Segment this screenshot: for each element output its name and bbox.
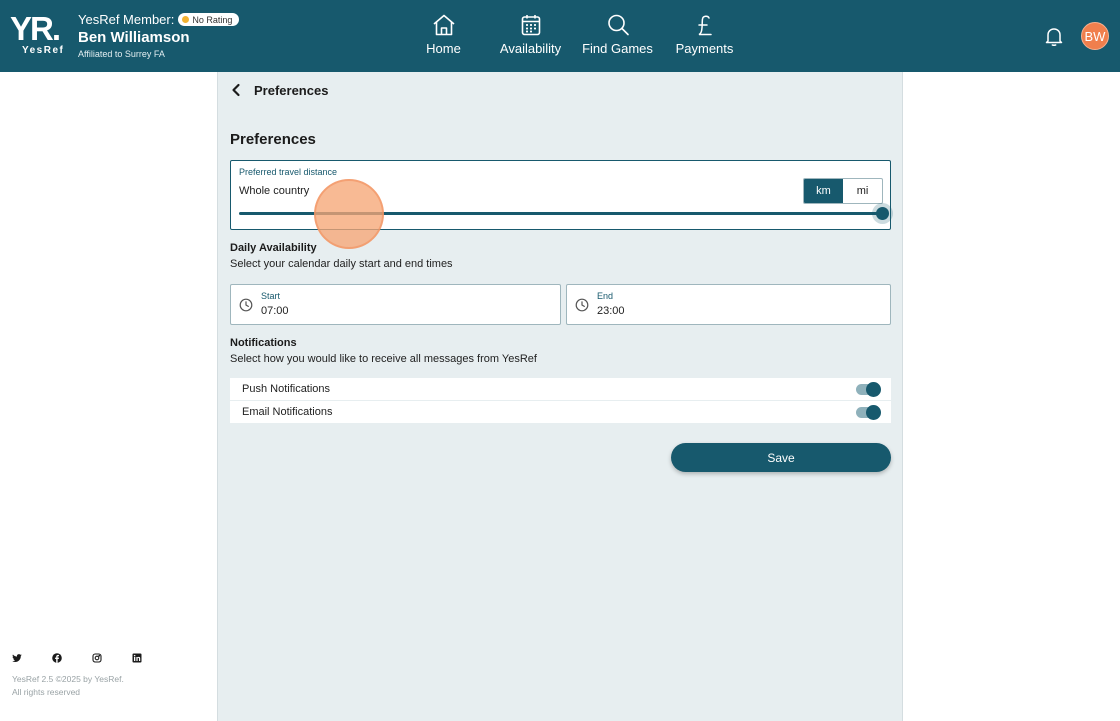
nav-home[interactable]: Home (400, 0, 487, 72)
app-header: YR. YesRef YesRef Member: No Rating Ben … (0, 0, 1120, 72)
daily-availability-description: Select your calendar daily start and end… (230, 258, 453, 270)
nav-home-label: Home (426, 41, 461, 56)
nav-find-games[interactable]: Find Games (574, 0, 661, 72)
start-time-value: 07:00 (261, 305, 289, 317)
member-name: Ben Williamson (78, 29, 190, 46)
toggle-knob (866, 405, 881, 420)
slider-handle[interactable] (875, 207, 889, 220)
push-notifications-label: Push Notifications (242, 383, 331, 395)
email-notifications-toggle[interactable] (856, 405, 881, 420)
travel-distance-value: Whole country (239, 185, 310, 197)
nav-availability[interactable]: Availability (487, 0, 574, 72)
list-item: Push Notifications (230, 378, 891, 401)
daily-availability-title: Daily Availability (230, 242, 317, 254)
nav-payments[interactable]: Payments (661, 0, 748, 72)
breadcrumb: Preferences (230, 81, 328, 99)
travel-distance-card: Preferred travel distance Whole country … (230, 160, 891, 249)
member-info: YesRef Member: No Rating Ben Williamson … (78, 11, 240, 59)
rating-badge-label: No Rating (192, 14, 233, 25)
nav-availability-label: Availability (499, 41, 562, 56)
logo-wordmark: YesRef (22, 45, 65, 56)
save-button[interactable]: Save (671, 443, 891, 472)
unit-mi-button[interactable]: mi (843, 179, 882, 203)
list-item: Email Notifications (230, 401, 891, 424)
footer-copyright: YesRef 2.5 ©2025 by YesRef. All rights r… (12, 673, 124, 699)
page-title: Preferences (230, 131, 316, 148)
logo-mark: YR. (10, 10, 61, 47)
breadcrumb-title: Preferences (254, 82, 329, 98)
avatar[interactable]: BW (1081, 22, 1109, 50)
home-icon (432, 14, 455, 36)
touch-indicator (314, 179, 384, 249)
calendar-icon (521, 15, 540, 36)
clock-icon (575, 298, 589, 312)
linkedin-icon[interactable] (132, 653, 142, 663)
rating-badge: No Rating (178, 13, 240, 26)
footer-rights: All rights reserved (12, 687, 81, 697)
member-prefix: YesRef Member: (78, 12, 175, 27)
member-affiliation: Affiliated to Surrey FA (78, 49, 165, 59)
email-notifications-label: Email Notifications (242, 406, 333, 418)
unit-km-button[interactable]: km (804, 179, 843, 203)
preferences-panel: Preferences Preferences Preferred travel… (217, 72, 903, 721)
facebook-icon[interactable] (52, 653, 62, 663)
instagram-icon[interactable] (92, 653, 102, 663)
nav-payments-label: Payments (675, 41, 734, 56)
twitter-icon[interactable] (12, 653, 22, 663)
travel-distance-label: Preferred travel distance (239, 167, 338, 177)
start-time-label: Start (261, 291, 281, 301)
notifications-title: Notifications (230, 337, 297, 349)
end-time-label: End (597, 291, 614, 301)
toggle-knob (866, 382, 881, 397)
bell-icon[interactable] (1043, 25, 1065, 47)
nav-find-games-label: Find Games (582, 41, 653, 56)
end-time-value: 23:00 (597, 305, 625, 317)
clock-icon (239, 298, 253, 312)
search-icon (607, 14, 629, 36)
pound-icon (697, 15, 712, 36)
end-time-field[interactable]: End 23:00 (566, 284, 891, 325)
main-nav: Home Availability Find Games Payments (400, 0, 748, 72)
footer-version: YesRef 2.5 ©2025 by YesRef. (12, 674, 124, 684)
chevron-left-icon[interactable] (230, 83, 242, 97)
notification-list: Push Notifications Email Notifications (230, 378, 891, 424)
social-links (12, 653, 142, 663)
star-icon (182, 16, 190, 23)
notifications-description: Select how you would like to receive all… (230, 353, 537, 365)
yesref-logo[interactable]: YR. YesRef (10, 12, 70, 58)
unit-toggle: km mi (803, 178, 883, 204)
push-notifications-toggle[interactable] (856, 382, 881, 397)
start-time-field[interactable]: Start 07:00 (230, 284, 561, 325)
